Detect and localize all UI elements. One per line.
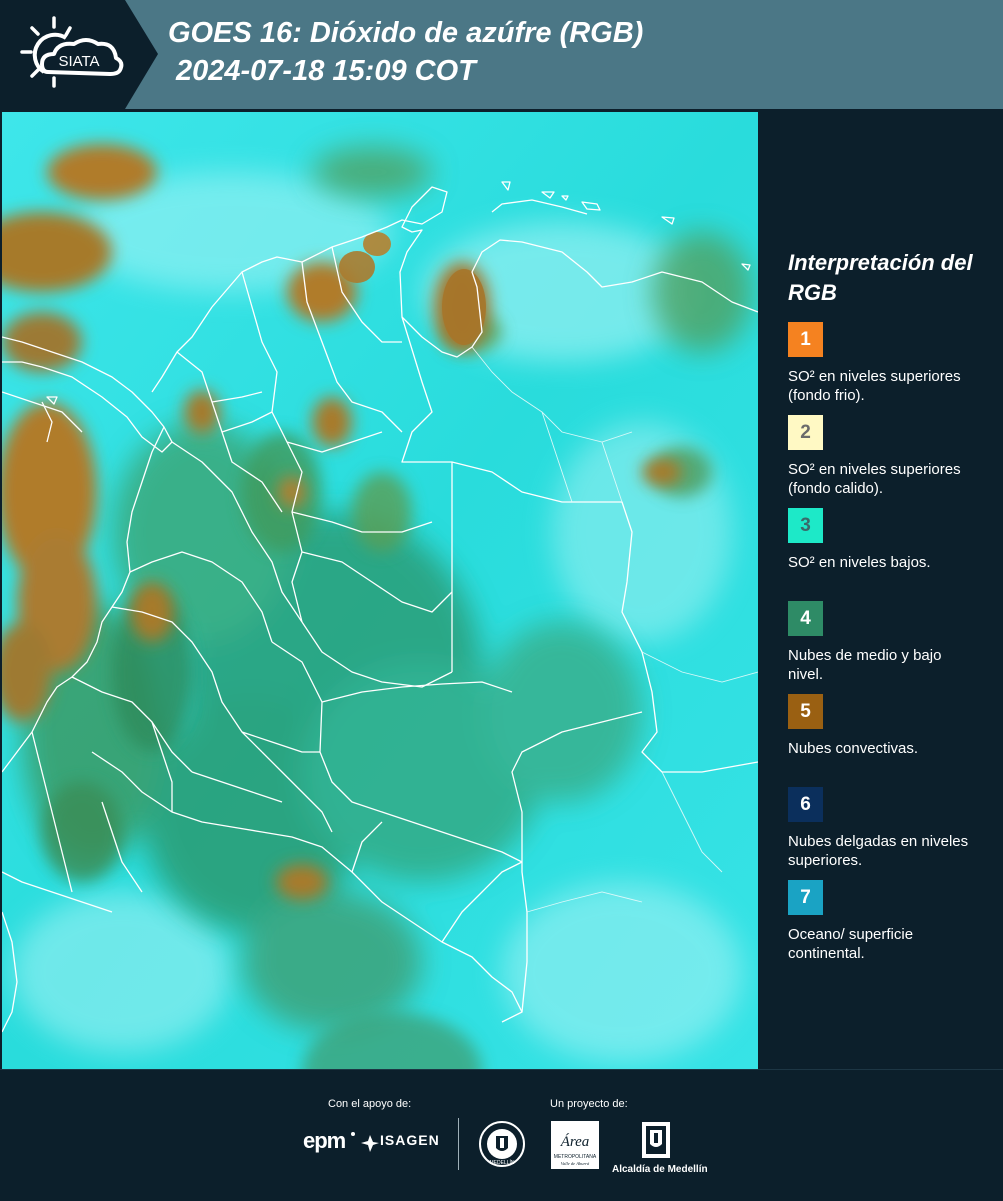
legend-title: Interpretación del RGB	[788, 250, 973, 305]
svg-text:Área: Área	[560, 1133, 590, 1150]
svg-text:MEDELLÍN: MEDELLÍN	[489, 1159, 514, 1166]
legend: Interpretación del RGB 1 SO² en niveles s…	[788, 248, 993, 973]
legend-swatch: 4	[788, 601, 823, 636]
footer-divider	[458, 1118, 459, 1170]
siata-logo: SIATA	[20, 16, 124, 88]
alcaldia-text: Alcaldía de Medellín	[612, 1164, 708, 1175]
alcaldia-shield-icon	[642, 1122, 670, 1158]
legend-label: SO² en niveles superiores (fondo calido)…	[788, 461, 961, 497]
title-line-2: 2024-07-18 15:09 COT	[176, 55, 476, 87]
legend-label: Nubes delgadas en niveles superiores.	[788, 833, 969, 869]
legend-swatch: 2	[788, 415, 823, 450]
legend-label: Nubes de medio y bajo nivel.	[788, 647, 942, 683]
isagen-logo: ISAGEN	[380, 1132, 440, 1148]
legend-item-2: 2 SO² en niveles superiores (fondo calido…	[788, 415, 993, 508]
svg-text:METROPOLITANA: METROPOLITANA	[554, 1154, 597, 1160]
footer: Con el apoyo de: Un proyecto de: epm ISA…	[0, 1069, 1003, 1201]
legend-swatch: 5	[788, 694, 823, 729]
support-label: Con el apoyo de:	[328, 1098, 412, 1110]
svg-text:Valle de Aburrá: Valle de Aburrá	[561, 1161, 590, 1166]
legend-item-5: 5 Nubes convectivas.	[788, 694, 993, 787]
epm-mark-icon	[351, 1132, 355, 1136]
epm-logo: epm	[303, 1128, 346, 1153]
legend-label: SO² en niveles bajos.	[788, 554, 931, 571]
sun-icon	[20, 16, 72, 88]
legend-swatch: 7	[788, 880, 823, 915]
legend-item-3: 3 SO² en niveles bajos.	[788, 508, 993, 601]
legend-label: Nubes convectivas.	[788, 740, 919, 757]
legend-swatch: 3	[788, 508, 823, 543]
project-label: Un proyecto de:	[550, 1098, 628, 1110]
title-line-1: GOES 16: Dióxido de azúfre (RGB)	[168, 17, 644, 49]
header: SIATA GOES 16: Dióxido de azúfre (RGB) 2…	[0, 0, 1003, 109]
logo-text: SIATA	[58, 53, 99, 70]
legend-swatch: 1	[788, 322, 823, 357]
legend-label: SO² en niveles superiores (fondo frio).	[788, 368, 961, 404]
page-title: GOES 16: Dióxido de azúfre (RGB) 2024-07…	[168, 14, 643, 90]
legend-item-7: 7 Oceano/ superficie continental.	[788, 880, 993, 973]
map-image	[2, 112, 758, 1069]
legend-item-1: 1 SO² en niveles superiores (fondo frio).	[788, 322, 993, 415]
area-metropolitana-logo: Área METROPOLITANA Valle de Aburrá	[551, 1121, 599, 1169]
legend-label: Oceano/ superficie continental.	[788, 926, 914, 962]
satellite-map[interactable]	[2, 112, 758, 1069]
legend-item-6: 6 Nubes delgadas en niveles superiores.	[788, 787, 993, 880]
legend-swatch: 6	[788, 787, 823, 822]
legend-items: 1 SO² en niveles superiores (fondo frio).…	[788, 322, 993, 973]
legend-item-4: 4 Nubes de medio y bajo nivel.	[788, 601, 993, 694]
isagen-mark-icon	[361, 1135, 379, 1152]
medellin-seal-icon: MEDELLÍN	[479, 1121, 525, 1167]
